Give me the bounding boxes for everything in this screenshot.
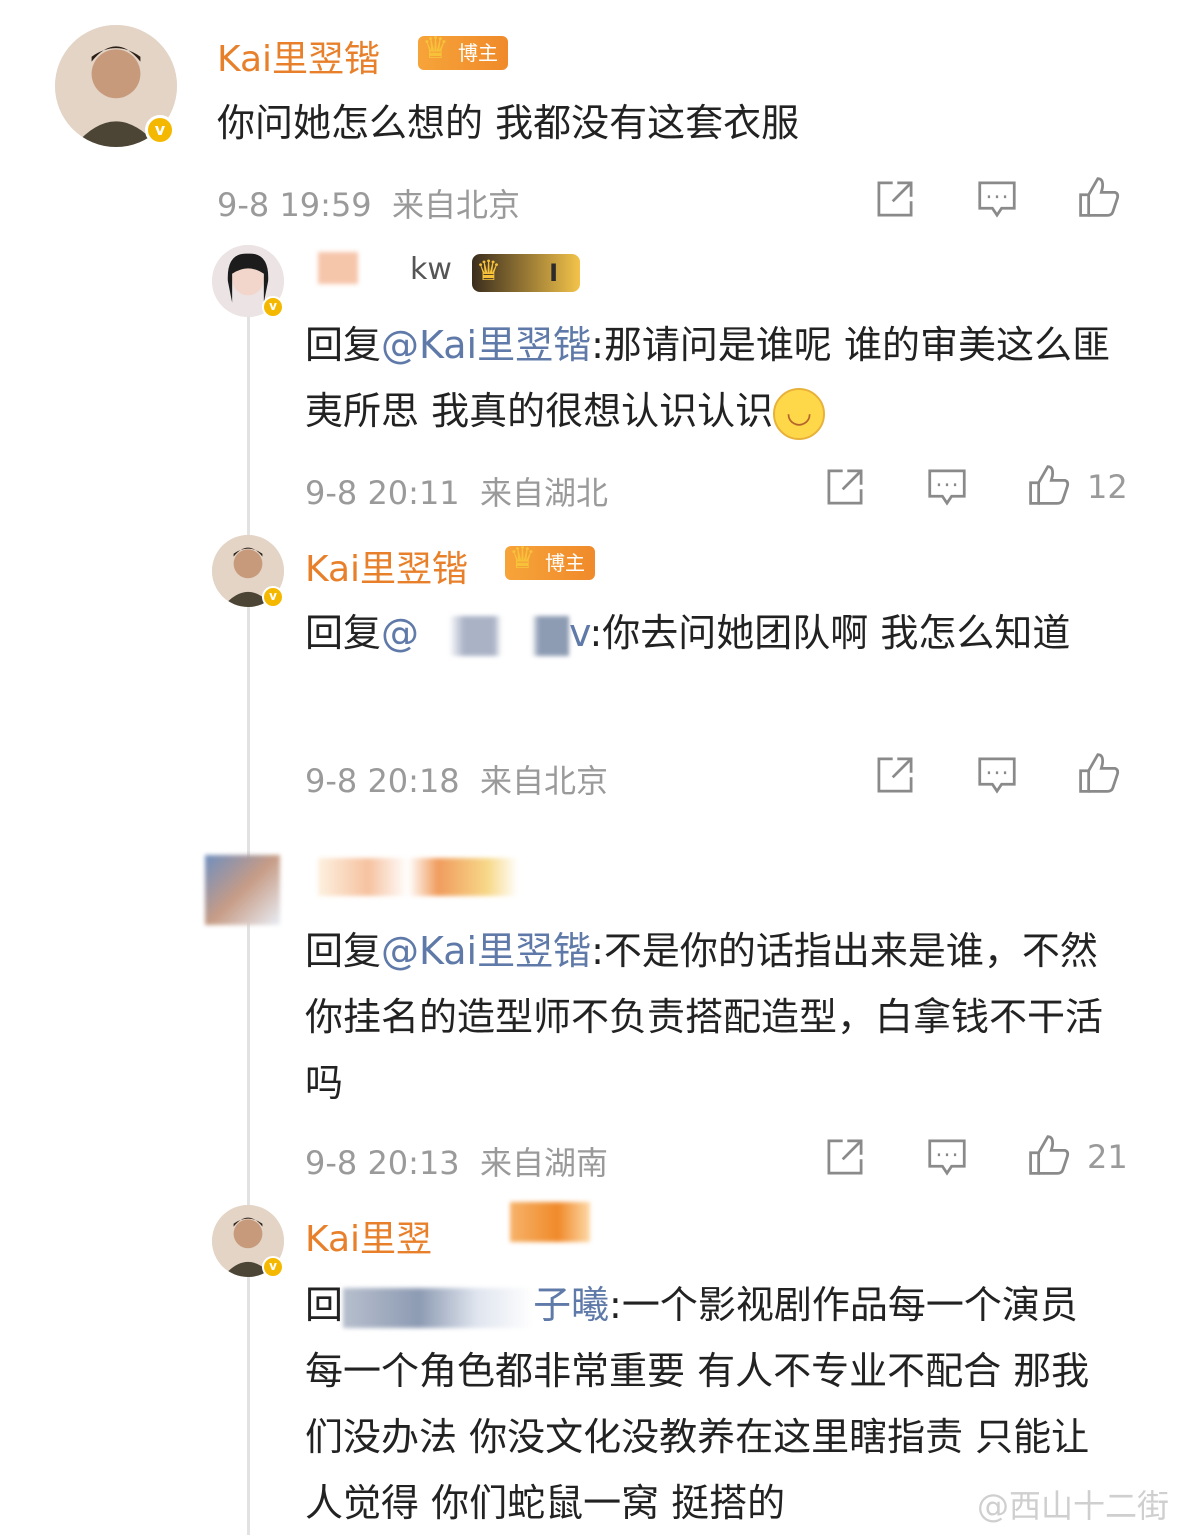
comment-meta: 9-8 20:13 来自湖南: [305, 1144, 609, 1182]
comment-icon[interactable]: [924, 1134, 970, 1180]
verified-icon: v: [262, 296, 284, 318]
comment-meta: 9-8 19:59 来自北京: [217, 186, 521, 224]
like-icon[interactable]: [1076, 750, 1122, 796]
username[interactable]: Kai里翌锴: [305, 540, 468, 592]
verified-icon: v: [145, 115, 175, 145]
comment-icon[interactable]: [974, 176, 1020, 222]
thread-line: [247, 315, 250, 1535]
censored-name: [318, 252, 358, 284]
share-icon[interactable]: [872, 176, 918, 222]
share-icon[interactable]: [822, 464, 868, 510]
censored-name: [318, 858, 518, 896]
censored-badge: [510, 1202, 590, 1242]
like-count: 12: [1087, 468, 1128, 506]
crown-icon: ♛: [422, 31, 449, 66]
verified-icon: v: [262, 1256, 284, 1278]
host-badge: ♛ 博主: [418, 32, 508, 70]
username[interactable]: kw: [410, 252, 452, 287]
mention-link[interactable]: @Kai里翌锴: [381, 929, 591, 973]
share-icon[interactable]: [872, 752, 918, 798]
smile-emoji-icon: ◡: [773, 387, 826, 440]
mention-link[interactable]: 子曦: [533, 1283, 609, 1327]
comment-text: 回复@ v:你去问她团队啊 我怎么知道: [305, 611, 1071, 656]
like-icon[interactable]: [1026, 1132, 1072, 1178]
comment-text: 回复@Kai里翌锴:那请问是谁呢 谁的审美这么匪夷所思 我真的很想认识认识 ◡: [305, 312, 1125, 444]
comment-meta: 9-8 20:11 来自湖北: [305, 474, 609, 512]
member-badge: ♛ I: [472, 254, 580, 292]
censored-avatar[interactable]: [205, 855, 280, 925]
watermark: @西山十二街: [976, 1487, 1169, 1525]
comment-icon[interactable]: [974, 752, 1020, 798]
comment-meta: 9-8 20:18 来自北京: [305, 762, 609, 800]
like-icon[interactable]: [1076, 174, 1122, 220]
mention-link[interactable]: @: [381, 611, 419, 655]
like-icon[interactable]: [1026, 462, 1072, 508]
host-badge: ♛ 博主: [505, 542, 595, 580]
crown-icon: ♛: [476, 254, 502, 287]
like-count: 21: [1087, 1138, 1128, 1176]
verified-icon: v: [262, 586, 284, 608]
mention-link[interactable]: @Kai里翌锴: [381, 323, 591, 367]
censored-mention: [343, 1287, 534, 1328]
username[interactable]: Kai里翌: [305, 1210, 432, 1262]
comment-text: 回复@Kai里翌锴:不是你的话指出来是谁，不然你挂名的造型师不负责搭配造型，白拿…: [305, 929, 1104, 1105]
comment-icon[interactable]: [924, 464, 970, 510]
censored-mention: [419, 615, 570, 656]
share-icon[interactable]: [822, 1134, 868, 1180]
crown-icon: ♛: [509, 541, 536, 576]
username[interactable]: Kai里翌锴: [217, 30, 380, 82]
comment-text: 你问她怎么想的 我都没有这套衣服: [217, 101, 800, 145]
